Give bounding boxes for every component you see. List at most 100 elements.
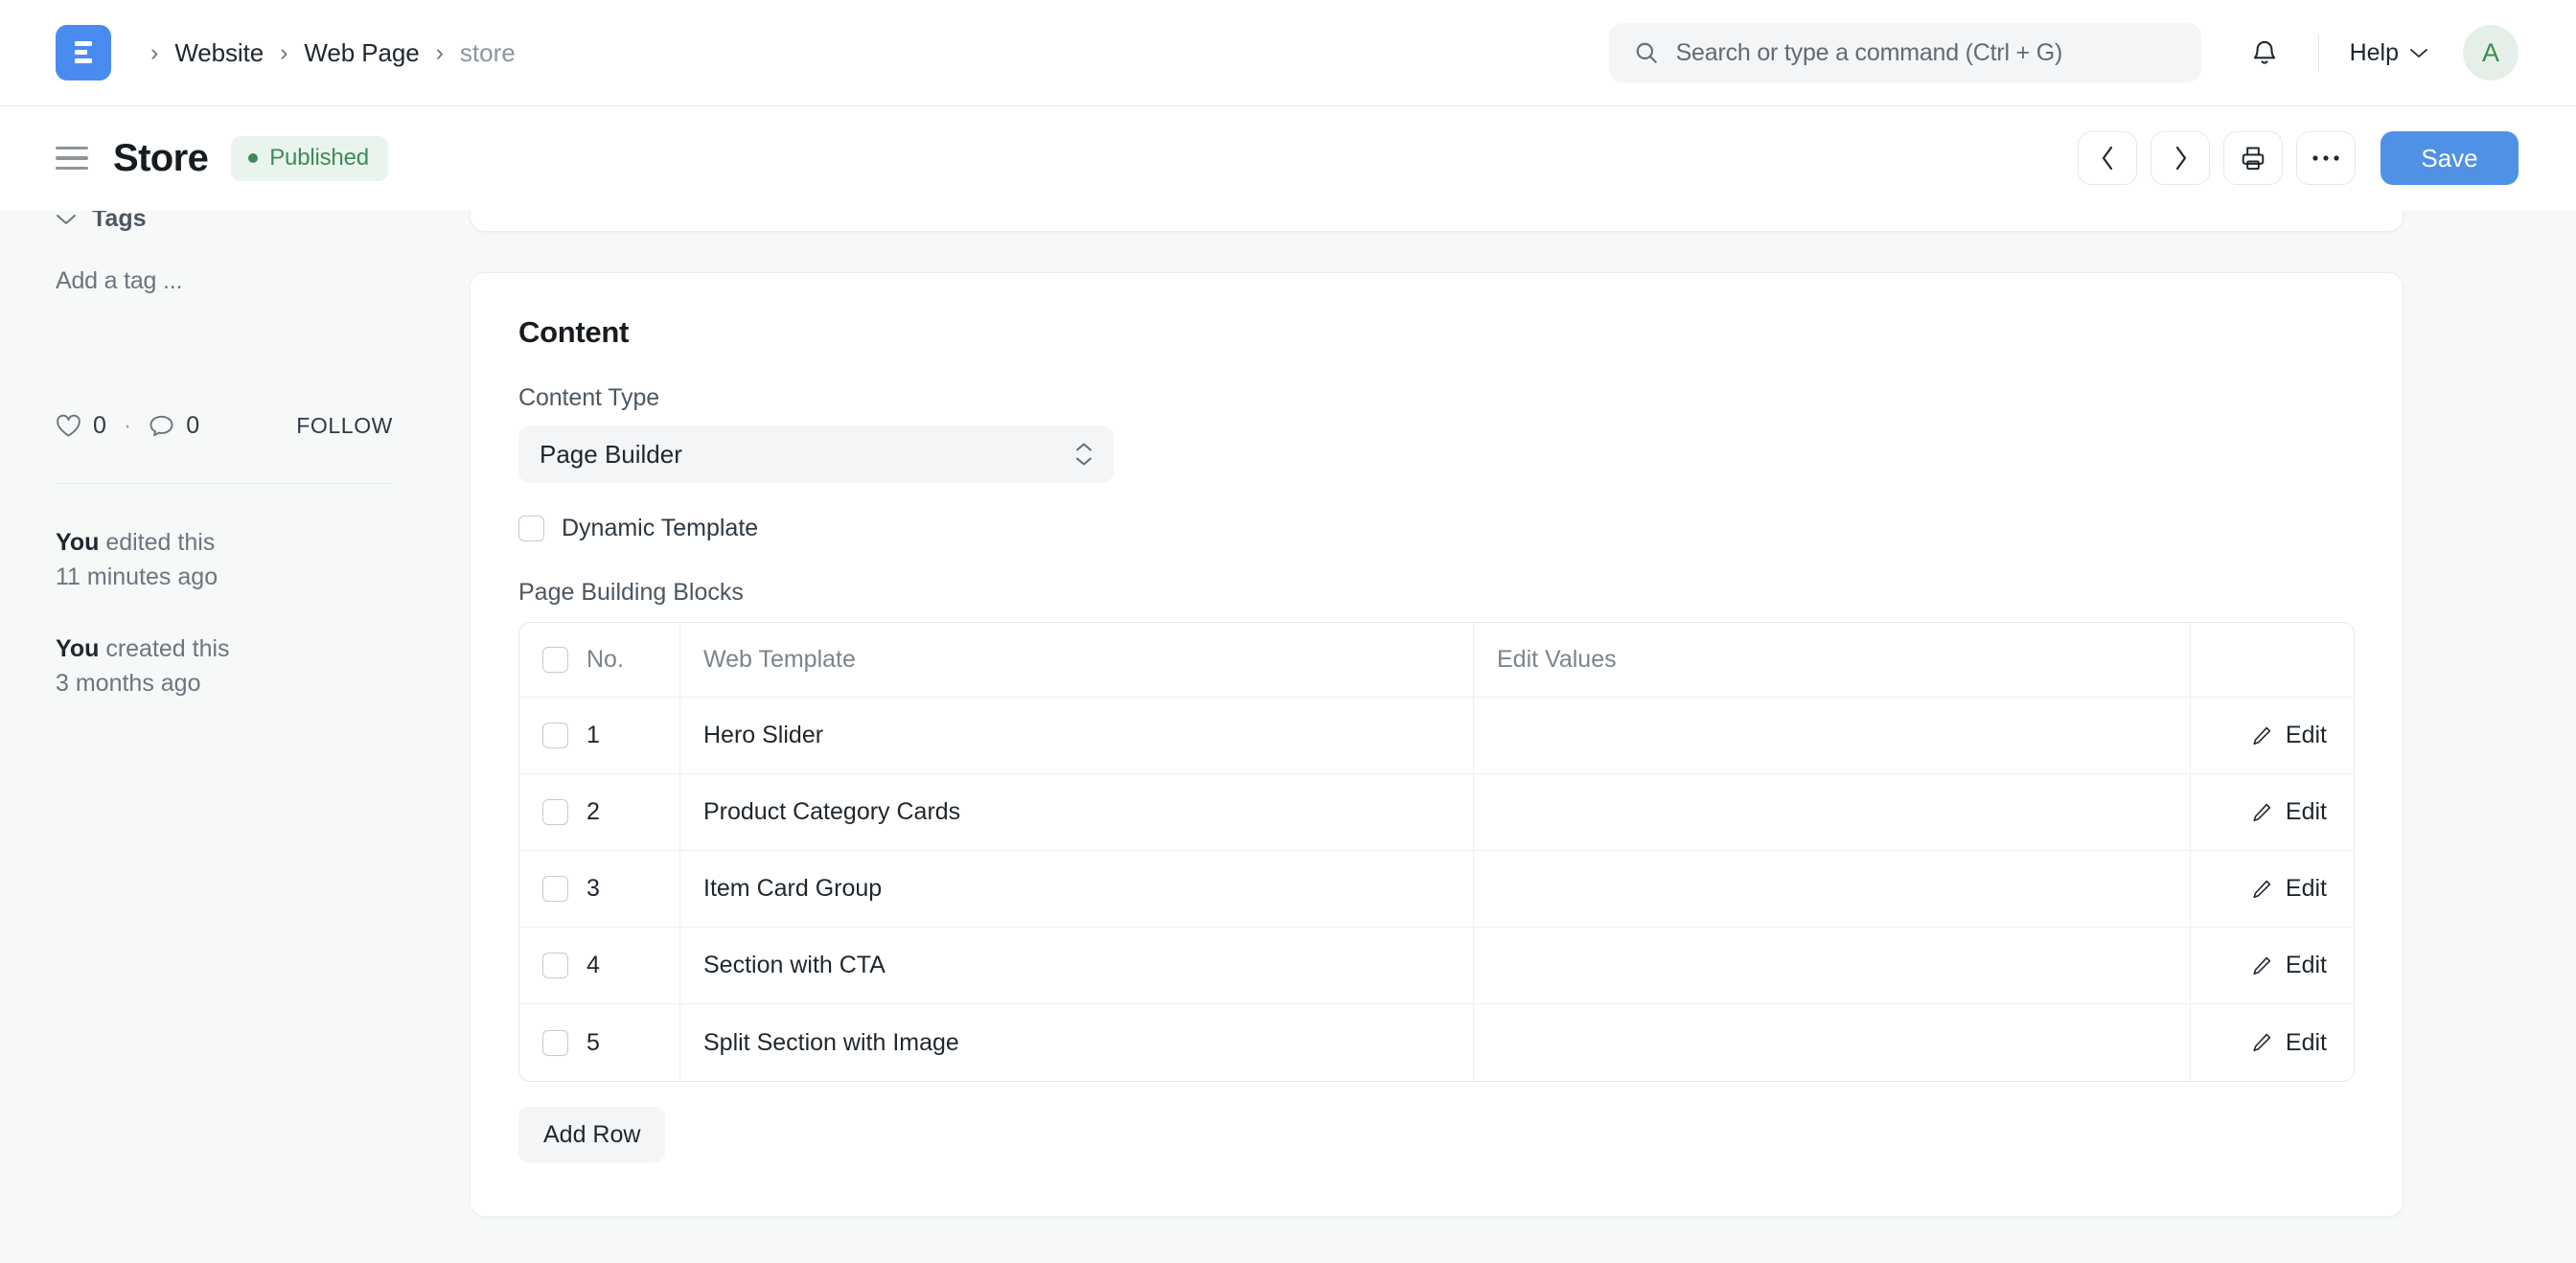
row-checkbox[interactable] — [542, 953, 568, 978]
row-web-template[interactable]: Section with CTA — [680, 928, 1474, 1003]
avatar[interactable]: A — [2463, 25, 2518, 80]
follow-button[interactable]: FOLLOW — [296, 413, 393, 439]
row-actions: Edit — [2191, 698, 2354, 773]
next-document-button[interactable] — [2150, 131, 2210, 185]
separator-dot: · — [124, 412, 131, 440]
select-all-checkbox[interactable] — [542, 647, 568, 673]
edit-row-button[interactable]: Edit — [2250, 1029, 2327, 1057]
page-header: Store Published — [0, 106, 2576, 211]
table-row[interactable]: 3 Item Card Group Edit — [519, 851, 2354, 928]
status-dot-icon — [248, 153, 258, 163]
pencil-icon — [2250, 878, 2273, 901]
scroll-container: Tags Add a tag ... 0 · 0 FOLLOW — [0, 211, 2576, 1263]
edit-row-button[interactable]: Edit — [2250, 722, 2327, 749]
activity-edited: You edited this 11 minutes ago — [56, 526, 393, 594]
row-actions: Edit — [2191, 928, 2354, 1003]
row-checkbox[interactable] — [542, 799, 568, 825]
search-input[interactable]: Search or type a command (Ctrl + G) — [1609, 23, 2201, 82]
breadcrumb-item-web-page[interactable]: Web Page — [304, 38, 419, 68]
edit-row-label: Edit — [2286, 722, 2327, 749]
row-edit-values[interactable] — [1474, 698, 2191, 773]
dynamic-template-row[interactable]: Dynamic Template — [518, 515, 2355, 542]
table-row[interactable]: 5 Split Section with Image Edit — [519, 1004, 2354, 1081]
row-number: 1 — [586, 698, 680, 773]
chevron-down-icon — [56, 213, 77, 226]
breadcrumb-item-website[interactable]: Website — [174, 38, 264, 68]
table-row[interactable]: 2 Product Category Cards Edit — [519, 774, 2354, 851]
row-select-cell[interactable] — [519, 851, 586, 927]
table-row[interactable]: 1 Hero Slider Edit — [519, 698, 2354, 774]
app-logo-icon[interactable] — [56, 25, 111, 80]
row-web-template[interactable]: Hero Slider — [680, 698, 1474, 773]
dynamic-template-label: Dynamic Template — [562, 515, 758, 542]
content-type-label: Content Type — [518, 384, 2355, 412]
page-body: Tags Add a tag ... 0 · 0 FOLLOW — [0, 211, 2576, 1263]
help-dropdown[interactable]: Help — [2344, 32, 2434, 75]
row-edit-values[interactable] — [1474, 851, 2191, 927]
dynamic-template-checkbox[interactable] — [518, 516, 544, 541]
notifications-button[interactable] — [2236, 24, 2293, 81]
social-actions-row: 0 · 0 FOLLOW — [56, 412, 393, 440]
table-header-row: No. Web Template Edit Values — [519, 623, 2354, 698]
breadcrumb-separator-icon: › — [264, 41, 304, 65]
status-badge-label: Published — [269, 145, 369, 172]
help-label: Help — [2350, 39, 2399, 67]
save-button[interactable]: Save — [2380, 131, 2518, 185]
table-row[interactable]: 4 Section with CTA Edit — [519, 928, 2354, 1004]
column-header-edit-values: Edit Values — [1474, 623, 2191, 697]
select-all-cell[interactable] — [519, 623, 586, 697]
search-placeholder: Search or type a command (Ctrl + G) — [1676, 39, 2063, 67]
search-icon — [1634, 40, 1659, 65]
comment-count: 0 — [186, 412, 199, 440]
row-actions: Edit — [2191, 851, 2354, 927]
edit-row-label: Edit — [2286, 875, 2327, 903]
row-checkbox[interactable] — [542, 1030, 568, 1056]
comment-icon[interactable] — [149, 414, 174, 438]
row-web-template[interactable]: Product Category Cards — [680, 774, 1474, 850]
previous-section-card — [470, 211, 2404, 232]
breadcrumb-item-store[interactable]: store — [460, 38, 516, 68]
row-edit-values[interactable] — [1474, 774, 2191, 850]
tags-section-header[interactable]: Tags — [56, 211, 393, 233]
add-row-button[interactable]: Add Row — [518, 1107, 665, 1162]
breadcrumb-separator-icon: › — [420, 41, 460, 65]
edit-row-button[interactable]: Edit — [2250, 875, 2327, 903]
edit-row-label: Edit — [2286, 1029, 2327, 1057]
row-select-cell[interactable] — [519, 698, 586, 773]
section-title: Content — [518, 315, 2355, 350]
row-checkbox[interactable] — [542, 876, 568, 902]
print-button[interactable] — [2223, 131, 2283, 185]
row-edit-values[interactable] — [1474, 1004, 2191, 1081]
row-select-cell[interactable] — [519, 928, 586, 1003]
avatar-initial: A — [2482, 38, 2499, 68]
row-edit-values[interactable] — [1474, 928, 2191, 1003]
edit-row-button[interactable]: Edit — [2250, 952, 2327, 979]
content-type-select[interactable]: Page Builder — [518, 425, 1114, 483]
document-main-column: Content Content Type Page Builder — [450, 211, 2576, 1217]
row-number: 5 — [586, 1004, 680, 1081]
previous-document-button[interactable] — [2078, 131, 2137, 185]
like-count: 0 — [93, 412, 106, 440]
edit-row-label: Edit — [2286, 798, 2327, 826]
chevron-down-icon — [2409, 47, 2428, 59]
row-checkbox[interactable] — [542, 723, 568, 748]
row-actions: Edit — [2191, 774, 2354, 850]
row-web-template[interactable]: Item Card Group — [680, 851, 1474, 927]
more-actions-button[interactable] — [2296, 131, 2356, 185]
edit-row-button[interactable]: Edit — [2250, 798, 2327, 826]
pencil-icon — [2250, 1031, 2273, 1054]
content-type-value: Page Builder — [540, 440, 682, 470]
row-number: 3 — [586, 851, 680, 927]
chevron-right-icon — [2173, 145, 2189, 172]
activity-edited-actor: You — [56, 529, 99, 556]
row-web-template[interactable]: Split Section with Image — [680, 1004, 1474, 1081]
activity-created-time: 3 months ago — [56, 670, 201, 697]
activity-created-actor: You — [56, 635, 99, 662]
sidebar-toggle-icon[interactable] — [56, 147, 88, 171]
row-select-cell[interactable] — [519, 774, 586, 850]
heart-icon[interactable] — [56, 414, 81, 438]
activity-created-action: created this — [99, 635, 229, 662]
page-building-blocks-label: Page Building Blocks — [518, 579, 2355, 607]
row-select-cell[interactable] — [519, 1004, 586, 1081]
add-tag-input[interactable]: Add a tag ... — [56, 267, 393, 295]
